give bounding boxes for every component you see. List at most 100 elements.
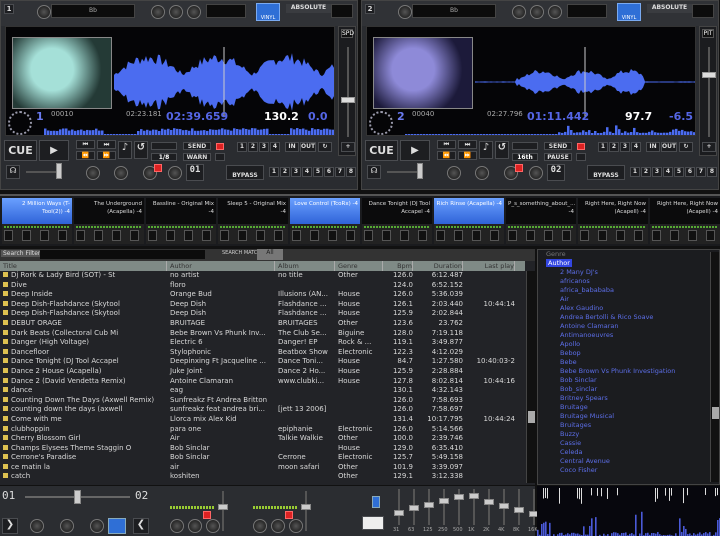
search-match-toggle[interactable]: SEARCH MATCH: [222, 250, 261, 256]
track-overview[interactable]: [44, 123, 334, 135]
sampler-vol-button[interactable]: [58, 230, 67, 241]
pitch-slider[interactable]: PIT: [699, 26, 717, 156]
table-row[interactable]: Deep Dish-Flashdance (Skytool Deep Dish Fl…: [0, 300, 525, 310]
eq-mid-knob[interactable]: [114, 166, 128, 180]
hotcue-button-7[interactable]: 7: [696, 167, 706, 177]
waveform[interactable]: [114, 47, 334, 117]
link-button[interactable]: [108, 518, 126, 534]
table-row[interactable]: Champs Elysees Theme Staggin O Bob Sincla…: [0, 444, 525, 454]
table-row[interactable]: Come with me Llorca mix Alex Kid 131.4 10:1…: [0, 415, 525, 425]
loop-button-1[interactable]: 1: [237, 142, 247, 152]
master-knob[interactable]: [60, 519, 74, 533]
tree-item[interactable]: Bruitage Musical: [538, 412, 719, 421]
column-header-duration[interactable]: Duration: [413, 261, 463, 271]
table-row[interactable]: Dive floro 124.0 6:52.152: [0, 281, 525, 291]
sampler-record-button[interactable]: [184, 230, 193, 241]
sampler-play-button[interactable]: [508, 230, 517, 241]
column-header-title[interactable]: Title: [0, 261, 167, 271]
eq-enable-toggle[interactable]: [372, 496, 380, 508]
sampler-record-button[interactable]: [112, 230, 121, 241]
sampler-record-button[interactable]: [616, 230, 625, 241]
pitch-plus-button[interactable]: +: [702, 142, 716, 152]
deck2-send-button[interactable]: ❮: [133, 518, 149, 534]
sampler-play-button[interactable]: [148, 230, 157, 241]
sampler-loop-button[interactable]: [670, 230, 679, 241]
sampler-play-button[interactable]: [436, 230, 445, 241]
sampler-record-button[interactable]: [40, 230, 49, 241]
hotcue-button-6[interactable]: 6: [324, 167, 334, 177]
tree-item[interactable]: Bruitages: [538, 421, 719, 430]
volume-handle[interactable]: [56, 163, 62, 179]
table-row[interactable]: Cherry Blossom Girl Air Talkie Walkie Other…: [0, 434, 525, 444]
deck2-eq-knob[interactable]: [289, 519, 303, 533]
record-button[interactable]: [216, 143, 224, 150]
second-button[interactable]: PAUSE: [544, 153, 572, 161]
eq-band-handle[interactable]: [424, 501, 434, 508]
deck1-eq-knob[interactable]: [188, 519, 202, 533]
sampler-vol-button[interactable]: [418, 230, 427, 241]
deck2-eq-knob[interactable]: [271, 519, 285, 533]
loop-arrow-icon[interactable]: ↺: [134, 141, 148, 159]
loop-button-2[interactable]: 2: [609, 142, 619, 152]
tree-item[interactable]: Bebop: [538, 349, 719, 358]
table-row[interactable]: Dancefloor Stylophonic Beatbox Show Electro…: [0, 348, 525, 358]
loop-in-button[interactable]: IN: [285, 142, 299, 152]
loop-button-3[interactable]: 3: [620, 142, 630, 152]
gain-knob[interactable]: [398, 5, 412, 19]
sampler-vol-button[interactable]: [706, 230, 715, 241]
tab-all[interactable]: All: [257, 249, 283, 260]
reloop-icon[interactable]: ↻: [318, 142, 332, 152]
table-row[interactable]: Cerrone's Paradise Bob Sinclar Cerrone Elec…: [0, 453, 525, 463]
channel-fader-handle[interactable]: [301, 504, 311, 510]
table-row[interactable]: clubhoppin para one epiphanie Electronic 126…: [0, 425, 525, 435]
tree-item[interactable]: Bebe Brown Vs Phunk Investigation: [538, 367, 719, 376]
sampler-record-button[interactable]: [544, 230, 553, 241]
forward-button[interactable]: ⏩: [97, 151, 116, 160]
deck1-kill-button[interactable]: [203, 511, 211, 519]
sampler-slot[interactable]: The Underground (Acapella) -4: [74, 198, 144, 244]
table-row[interactable]: DEBUT ORAGE BRUITAGE BRUITAGES Other 123.6 23…: [0, 319, 525, 329]
scratch-icon[interactable]: ♪: [118, 141, 132, 159]
prev-track-button[interactable]: ⏮: [437, 140, 456, 149]
eq-band-handle[interactable]: [409, 505, 419, 511]
next-track-button[interactable]: ⏭: [458, 140, 477, 149]
table-row[interactable]: Dance 2 (David Vendetta Remix) Antoine Cl…: [0, 377, 525, 387]
sampler-slot[interactable]: 2 Million Ways (T-Tool(2)) -4: [2, 198, 72, 244]
sampler-play-button[interactable]: [4, 230, 13, 241]
effect-select[interactable]: [567, 4, 607, 18]
loop-arrow-icon[interactable]: ↺: [495, 141, 509, 159]
bypass-button[interactable]: BYPASS: [226, 165, 264, 180]
loop-button-3[interactable]: 3: [259, 142, 269, 152]
search-input[interactable]: [40, 250, 205, 259]
loop-out-button[interactable]: OUT: [300, 142, 316, 152]
kill-button[interactable]: [515, 164, 523, 172]
loop-length-field[interactable]: 16th: [512, 153, 538, 161]
eq-band-handle[interactable]: [514, 506, 524, 513]
vinyl-button[interactable]: VINYL: [617, 3, 641, 21]
tree-item[interactable]: Central Avenue: [538, 457, 719, 466]
sampler-loop-button[interactable]: [598, 230, 607, 241]
pitch-slider[interactable]: SPD: [338, 26, 356, 156]
eq-band-handle[interactable]: [499, 503, 509, 510]
deck-number-button[interactable]: 2: [365, 4, 375, 14]
sampler-loop-button[interactable]: [238, 230, 247, 241]
forward-button[interactable]: ⏩: [458, 151, 477, 160]
sampler-loop-button[interactable]: [310, 230, 319, 241]
sampler-slot[interactable]: Dance Tonight (DJ Tool Accapel -4: [362, 198, 432, 244]
sampler-slot[interactable]: P_s_something_about_... -4: [506, 198, 576, 244]
table-row[interactable]: Dance Tonight (DJ Tool Accapel Deepinxing…: [0, 357, 525, 367]
table-row[interactable]: Deep Dish-Flashdance (Skytool Deep Dish Fl…: [0, 309, 525, 319]
sampler-vol-button[interactable]: [490, 230, 499, 241]
headphones-icon[interactable]: ☊: [367, 165, 381, 179]
sampler-record-button[interactable]: [328, 230, 337, 241]
sampler-loop-button[interactable]: [454, 230, 463, 241]
sampler-record-button[interactable]: [472, 230, 481, 241]
scroll-thumb[interactable]: [528, 411, 535, 423]
reloop-icon[interactable]: ↻: [679, 142, 693, 152]
table-scrollbar[interactable]: [526, 271, 535, 483]
rewind-button[interactable]: ⏪: [437, 151, 456, 160]
sampler-loop-button[interactable]: [166, 230, 175, 241]
table-row[interactable]: dance eag 130.1 4:32.143: [0, 386, 525, 396]
tree-item[interactable]: Bruitage: [538, 403, 719, 412]
tree-item[interactable]: Britney Spears: [538, 394, 719, 403]
